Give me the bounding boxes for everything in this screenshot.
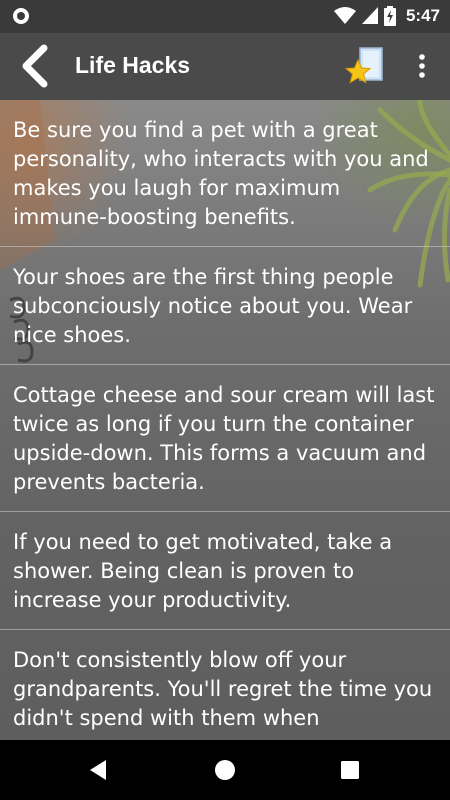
home-circle-icon (215, 760, 235, 780)
cellular-signal-icon (361, 7, 378, 24)
hack-item[interactable]: Don't consistently blow off your grandpa… (0, 630, 450, 740)
wifi-icon (333, 7, 356, 24)
battery-charging-icon (383, 6, 396, 26)
hack-list: Be sure you find a pet with a great pers… (0, 100, 450, 740)
app-bar: Life Hacks (0, 33, 450, 100)
hack-item[interactable]: Your shoes are the first thing people su… (0, 247, 450, 365)
hacks-content[interactable]: Be sure you find a pet with a great pers… (0, 100, 450, 740)
navigation-bar (0, 740, 450, 800)
hack-item[interactable]: Be sure you find a pet with a great pers… (0, 100, 450, 247)
nav-home-button[interactable] (210, 755, 240, 785)
circle-notification-icon (13, 8, 29, 24)
overflow-menu-button[interactable] (408, 47, 436, 87)
screen: 5:47 Life Hacks Be sure you find a pet w… (0, 0, 450, 800)
nav-recents-button[interactable] (335, 755, 365, 785)
more-vert-icon (419, 54, 425, 78)
recents-square-icon (341, 761, 359, 779)
back-button[interactable] (14, 44, 58, 88)
back-triangle-icon (90, 760, 106, 780)
hack-item[interactable]: Cottage cheese and sour cream will last … (0, 365, 450, 512)
nav-back-button[interactable] (84, 755, 114, 785)
hack-item[interactable]: If you need to get motivated, take a sho… (0, 512, 450, 630)
back-arrow-icon (22, 44, 48, 88)
page-title: Life Hacks (75, 52, 191, 78)
favorite-button[interactable] (344, 44, 388, 88)
status-icons: 5:47 (333, 4, 440, 28)
star-favorite-icon (344, 47, 383, 84)
status-time: 5:47 (405, 6, 440, 25)
status-bar: 5:47 (0, 0, 450, 33)
